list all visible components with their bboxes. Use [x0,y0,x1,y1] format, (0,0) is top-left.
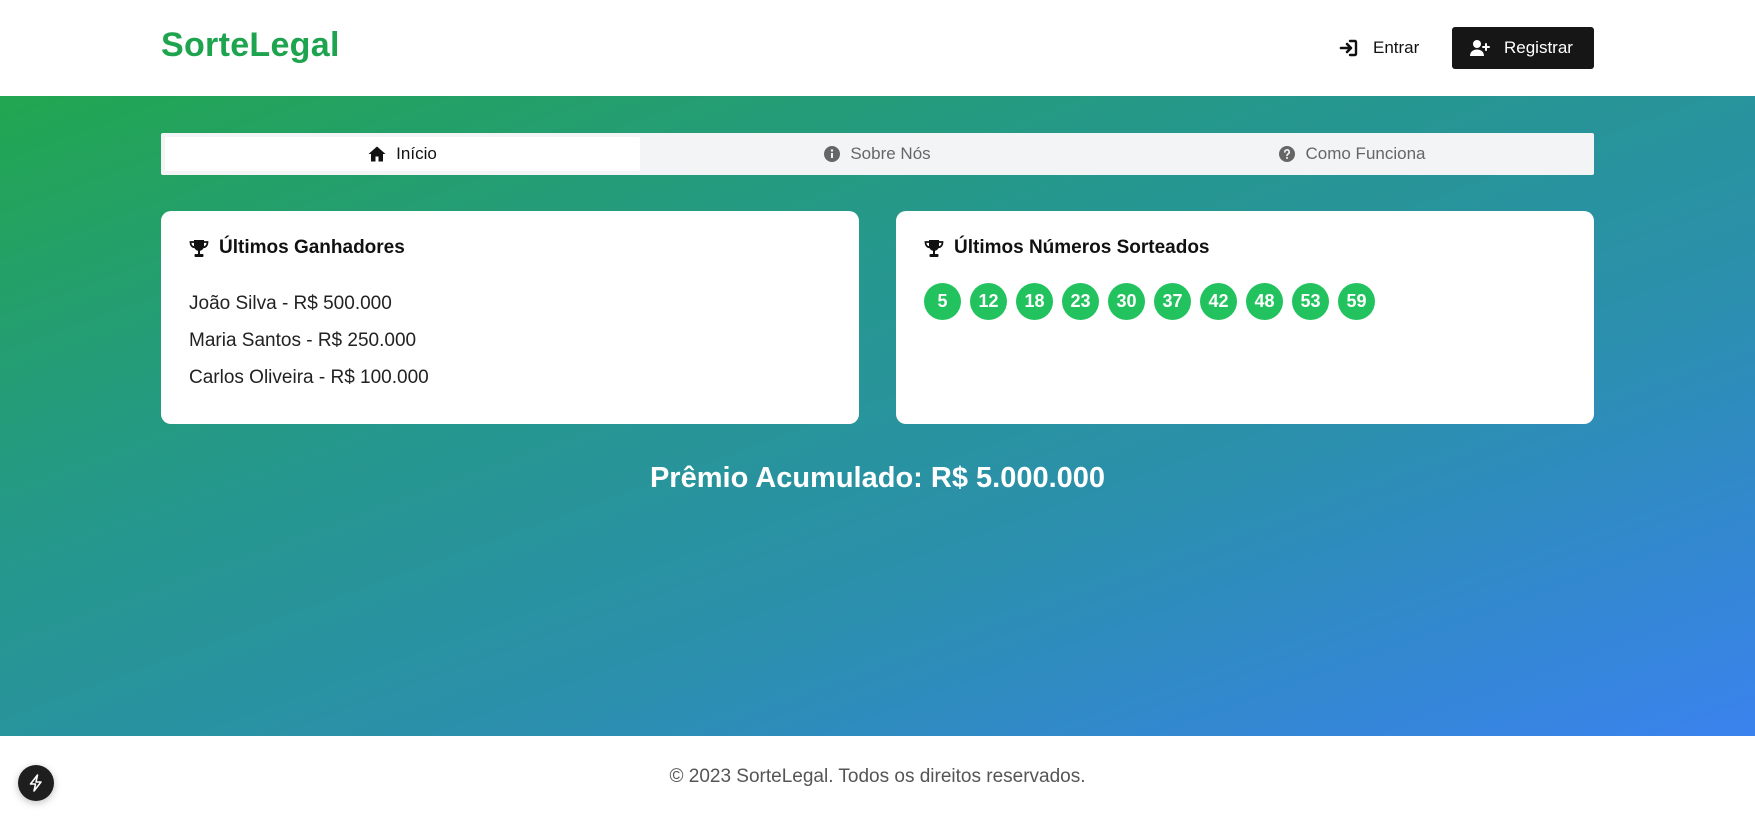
number-ball: 59 [1338,283,1375,320]
site-header: SorteLegal Entrar Registrar [0,0,1755,96]
trophy-icon [189,239,209,258]
register-button[interactable]: Registrar [1452,27,1594,69]
copyright-text: © 2023 SorteLegal. Todos os direitos res… [669,766,1086,787]
tab-inicio[interactable]: Início [165,137,640,171]
info-icon [824,146,841,162]
tab-como-funciona[interactable]: Como Funciona [1115,137,1590,171]
number-ball: 5 [924,283,961,320]
tab-sobre-nos[interactable]: Sobre Nós [640,137,1115,171]
tab-label: Início [396,144,437,163]
number-ball: 23 [1062,283,1099,320]
register-label: Registrar [1504,38,1573,57]
numbers-title-text: Últimos Números Sorteados [954,237,1210,258]
number-ball: 12 [970,283,1007,320]
login-button[interactable]: Entrar [1327,27,1447,69]
number-ball: 37 [1154,283,1191,320]
site-footer: © 2023 SorteLegal. Todos os direitos res… [0,736,1755,817]
floating-action-button[interactable] [18,765,54,801]
number-ball: 30 [1108,283,1145,320]
numbers-card-title: Últimos Números Sorteados [924,237,1566,259]
winners-card-title: Últimos Ganhadores [189,237,831,259]
hero-section: Início Sobre Nós Como Funciona Últimos G… [0,96,1755,736]
winners-list: João Silva - R$ 500.000 Maria Santos - R… [189,285,831,396]
logo[interactable]: SorteLegal [161,26,340,65]
sign-in-icon [1339,38,1359,58]
login-label: Entrar [1373,38,1420,57]
drawn-numbers: 5 12 18 23 30 37 42 48 53 59 [924,283,1566,320]
trophy-icon [924,239,944,258]
number-ball: 42 [1200,283,1237,320]
number-ball: 18 [1016,283,1053,320]
question-icon [1279,146,1296,162]
tab-bar: Início Sobre Nós Como Funciona [161,133,1594,175]
list-item: Carlos Oliveira - R$ 100.000 [189,367,429,388]
user-plus-icon [1470,39,1490,57]
home-icon [368,146,386,162]
jackpot-text: Prêmio Acumulado: R$ 5.000.000 [649,462,1106,494]
list-item: Maria Santos - R$ 250.000 [189,330,417,351]
winners-card: Últimos Ganhadores João Silva - R$ 500.0… [161,211,859,424]
lightning-icon [28,774,44,792]
tab-label: Sobre Nós [850,144,931,163]
number-ball: 53 [1292,283,1329,320]
tab-label: Como Funciona [1305,144,1426,163]
winners-title-text: Últimos Ganhadores [219,237,405,258]
list-item: João Silva - R$ 500.000 [189,293,392,314]
number-ball: 48 [1246,283,1283,320]
numbers-card: Últimos Números Sorteados 5 12 18 23 30 … [896,211,1594,424]
